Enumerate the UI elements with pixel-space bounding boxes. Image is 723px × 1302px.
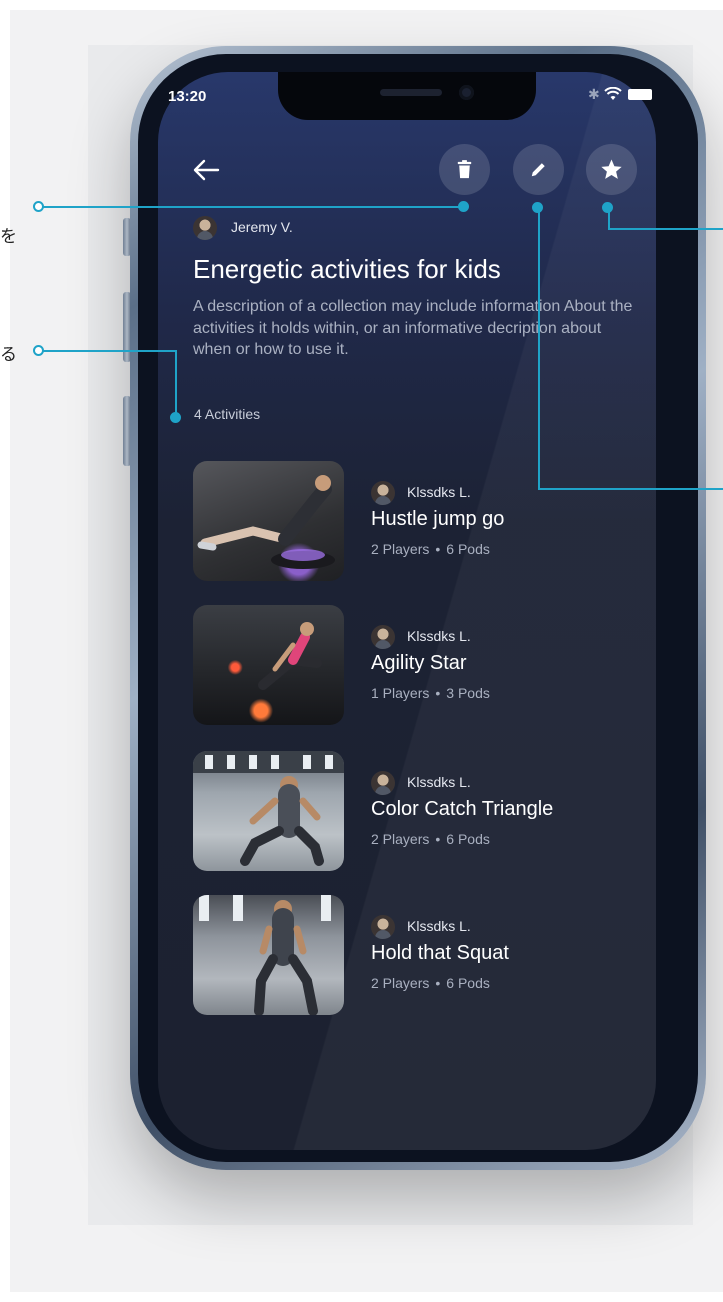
athlete-figure [199, 895, 331, 1015]
battery-icon [628, 89, 652, 100]
presentation-canvas: を る 13:20 ✱ Jeremy V. Energetic activiti… [0, 0, 723, 1302]
wifi-icon [604, 87, 622, 100]
callout-dot [602, 202, 613, 213]
activity-author: Klssdks L. [407, 628, 471, 644]
activity-thumbnail [193, 461, 344, 581]
activity-author: Klssdks L. [407, 774, 471, 790]
callout-dot [170, 412, 181, 423]
callout-dot [33, 201, 44, 212]
avatar [371, 915, 395, 939]
phone-notch [278, 72, 536, 120]
front-camera [459, 85, 474, 100]
avatar [371, 771, 395, 795]
avatar [371, 625, 395, 649]
pods-count: 6 Pods [446, 831, 490, 847]
activity-thumbnail [193, 895, 344, 1015]
activity-author: Klssdks L. [407, 484, 471, 500]
activity-title: Hold that Squat [371, 942, 509, 964]
activity-meta: 1 Players • 3 Pods [371, 685, 490, 701]
bluetooth-icon: ✱ [588, 86, 600, 102]
activity-title: Color Catch Triangle [371, 798, 554, 820]
edge-annotation-top: を [0, 227, 17, 247]
activity-card[interactable]: Klssdks L. Hustle jump go 2 Players • 6 Po… [193, 461, 613, 581]
avatar [193, 216, 217, 240]
players-count: 1 Players [371, 685, 430, 701]
pods-count: 6 Pods [446, 975, 490, 991]
avatar [371, 481, 395, 505]
collection-description: A description of a collection may includ… [193, 298, 633, 358]
author-name: Jeremy V. [231, 219, 293, 235]
callout-dot [33, 345, 44, 356]
trash-icon [457, 160, 472, 179]
activity-author: Klssdks L. [407, 918, 471, 934]
status-time: 13:20 [168, 88, 207, 105]
callout-line-count [40, 350, 176, 352]
callout-line-edit-horizontal [538, 488, 723, 490]
activity-title: Agility Star [371, 652, 467, 674]
callout-dot [458, 201, 469, 212]
callout-line-delete [40, 206, 464, 208]
star-icon [601, 159, 622, 179]
activity-meta: 2 Players • 6 Pods [371, 975, 490, 991]
pods-count: 6 Pods [446, 541, 490, 557]
pods-count: 3 Pods [446, 685, 490, 701]
activity-thumbnail [193, 751, 344, 871]
activity-card[interactable]: Klssdks L. Color Catch Triangle 2 Player… [193, 751, 613, 871]
players-count: 2 Players [371, 975, 430, 991]
favorite-button[interactable] [586, 144, 637, 195]
delete-button[interactable] [439, 144, 490, 195]
activity-meta: 2 Players • 6 Pods [371, 541, 490, 557]
back-button[interactable] [188, 152, 224, 188]
arrow-left-icon [193, 159, 220, 181]
callout-line-favorite-horizontal [608, 228, 723, 230]
athlete-figure [193, 751, 344, 866]
athlete-figure [197, 475, 335, 569]
activity-title: Hustle jump go [371, 508, 505, 530]
athlete-figure [258, 622, 322, 690]
speaker-grille [380, 89, 442, 96]
activity-thumbnail [193, 605, 344, 725]
players-count: 2 Players [371, 541, 430, 557]
edge-annotation-middle: る [0, 345, 17, 365]
activity-card[interactable]: Klssdks L. Hold that Squat 2 Players • 6 P… [193, 895, 613, 1015]
activity-card[interactable]: Klssdks L. Agility Star 1 Players • 3 Pods [193, 605, 613, 725]
pencil-icon [531, 163, 545, 177]
activity-count: 4 Activities [194, 406, 261, 422]
callout-dot [532, 202, 543, 213]
players-count: 2 Players [371, 831, 430, 847]
activity-meta: 2 Players • 6 Pods [371, 831, 490, 847]
collection-title: Energetic activities for kids [193, 254, 501, 284]
edit-button[interactable] [513, 144, 564, 195]
callout-line-edit [538, 208, 540, 490]
callout-line-count-vertical [175, 350, 177, 418]
